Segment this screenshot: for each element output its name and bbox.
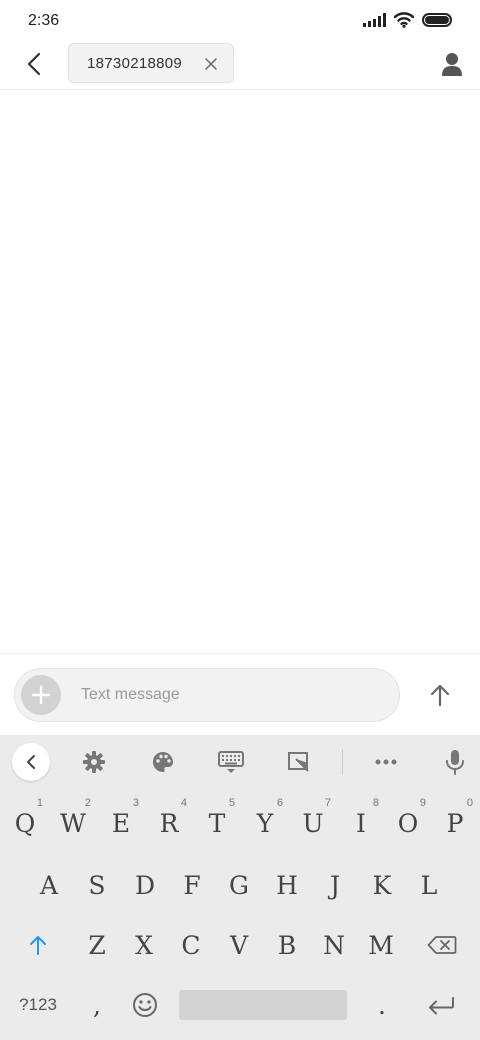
wifi-icon xyxy=(394,12,414,28)
backspace-key[interactable] xyxy=(416,915,468,975)
symbols-key[interactable]: ?123 xyxy=(8,975,68,1035)
conversation-header: 18730218809 xyxy=(0,42,480,90)
key-t[interactable]: T5 xyxy=(193,793,241,853)
key-c[interactable]: C xyxy=(167,915,215,975)
key-row-3: Z X C V B N M xyxy=(0,915,480,975)
key-r[interactable]: R4 xyxy=(145,793,193,853)
palette-icon xyxy=(153,752,173,772)
key-n[interactable]: N xyxy=(310,915,358,975)
comma-key[interactable]: , xyxy=(73,975,121,1035)
more-icon xyxy=(375,759,397,765)
enter-icon xyxy=(429,997,454,1015)
attach-button[interactable] xyxy=(21,675,61,715)
voice-input-button[interactable] xyxy=(436,743,474,781)
microphone-icon xyxy=(446,750,464,775)
message-list[interactable] xyxy=(0,91,480,653)
key-v[interactable]: V xyxy=(215,915,263,975)
arrow-up-icon xyxy=(430,684,450,706)
send-button[interactable] xyxy=(424,679,456,711)
resize-icon xyxy=(288,752,309,772)
emoji-key[interactable] xyxy=(121,975,169,1035)
recipient-number: 18730218809 xyxy=(87,54,183,72)
message-input[interactable] xyxy=(81,669,381,721)
key-row-2: A S D F G H J K L xyxy=(0,855,480,915)
settings-button[interactable] xyxy=(75,743,113,781)
key-q[interactable]: Q1 xyxy=(1,793,49,853)
key-row-1: Q1 W2 E3 R4 T5 Y6 U7 I8 O9 P0 xyxy=(0,793,480,853)
key-d[interactable]: D xyxy=(121,855,169,915)
key-i[interactable]: I8 xyxy=(337,793,385,853)
key-b[interactable]: B xyxy=(263,915,311,975)
shift-key[interactable] xyxy=(14,915,62,975)
key-o[interactable]: O9 xyxy=(384,793,432,853)
key-a[interactable]: A xyxy=(25,855,73,915)
status-bar: 2:36 xyxy=(0,0,480,42)
chevron-left-icon xyxy=(27,755,35,769)
key-f[interactable]: F xyxy=(168,855,216,915)
keyboard-mode-button[interactable] xyxy=(212,743,250,781)
key-u[interactable]: U7 xyxy=(289,793,337,853)
key-row-4: ?123 , . xyxy=(0,975,480,1035)
key-k[interactable]: K xyxy=(358,855,406,915)
compose-field xyxy=(14,668,400,722)
emoji-icon xyxy=(133,993,157,1017)
keyboard-toolbar xyxy=(0,735,480,789)
space-key[interactable] xyxy=(179,990,347,1020)
more-button[interactable] xyxy=(367,743,405,781)
key-p[interactable]: P0 xyxy=(431,793,479,853)
remove-recipient-button[interactable] xyxy=(203,56,219,72)
toolbar-divider xyxy=(342,749,343,775)
theme-button[interactable] xyxy=(144,743,182,781)
key-x[interactable]: X xyxy=(120,915,168,975)
key-w[interactable]: W2 xyxy=(49,793,97,853)
period-key[interactable]: . xyxy=(358,975,406,1035)
battery-icon xyxy=(422,13,452,27)
backspace-icon xyxy=(427,936,457,954)
recipient-chip[interactable]: 18730218809 xyxy=(68,43,234,83)
chevron-left-icon xyxy=(27,52,41,76)
person-icon xyxy=(442,53,462,76)
key-l[interactable]: L xyxy=(405,855,453,915)
gear-icon xyxy=(83,751,105,773)
key-z[interactable]: Z xyxy=(73,915,121,975)
keyboard: Q1 W2 E3 R4 T5 Y6 U7 I8 O9 P0 A S D F G … xyxy=(0,735,480,1040)
signal-icon xyxy=(363,13,386,27)
plus-icon xyxy=(31,685,51,705)
composer xyxy=(0,653,480,735)
toolbar-collapse-button[interactable] xyxy=(12,743,50,781)
key-m[interactable]: M xyxy=(357,915,405,975)
status-icons xyxy=(363,12,452,28)
key-g[interactable]: G xyxy=(215,855,263,915)
close-icon xyxy=(205,58,217,70)
enter-key[interactable] xyxy=(417,975,465,1035)
status-time: 2:36 xyxy=(28,12,60,29)
contact-button[interactable] xyxy=(438,50,466,78)
key-e[interactable]: E3 xyxy=(97,793,145,853)
key-s[interactable]: S xyxy=(73,855,121,915)
key-j[interactable]: J xyxy=(311,855,359,915)
resize-button[interactable] xyxy=(280,743,318,781)
shift-arrow-icon xyxy=(30,936,46,955)
keyboard-icon xyxy=(218,751,244,773)
key-y[interactable]: Y6 xyxy=(241,793,289,853)
key-h[interactable]: H xyxy=(263,855,311,915)
back-button[interactable] xyxy=(18,48,50,80)
